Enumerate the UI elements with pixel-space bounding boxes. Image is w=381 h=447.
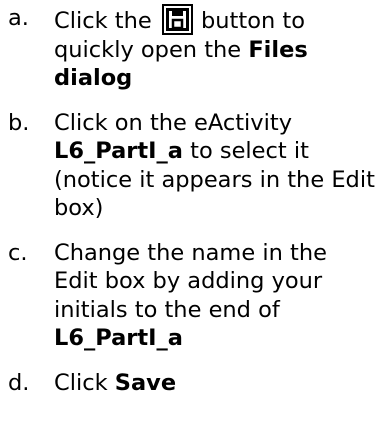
step-a: a. Click the button to quickly open the … xyxy=(0,4,381,93)
step-bold-text: L6_PartI_a xyxy=(54,325,183,351)
step-text: Click xyxy=(54,369,108,396)
instruction-steps: a. Click the button to quickly open the … xyxy=(0,4,381,397)
step-text: Click on the eActivity xyxy=(54,109,293,136)
step-bold-text: L6_PartI_a xyxy=(54,138,183,164)
step-d: d. Click Save xyxy=(0,369,381,398)
step-c: c. Change the name in the Edit box by ad… xyxy=(0,239,381,353)
step-marker: c. xyxy=(8,239,28,266)
step-text: Change the name in the Edit box by addin… xyxy=(54,239,327,323)
save-disk-icon xyxy=(161,4,193,35)
step-marker: a. xyxy=(8,5,29,31)
step-bold-text: Save xyxy=(114,369,177,396)
step-text: Click the xyxy=(54,8,152,34)
step-b: b. Click on the eActivity L6_PartI_a to … xyxy=(0,109,381,223)
step-marker: d. xyxy=(8,369,30,396)
step-marker: b. xyxy=(8,109,30,136)
